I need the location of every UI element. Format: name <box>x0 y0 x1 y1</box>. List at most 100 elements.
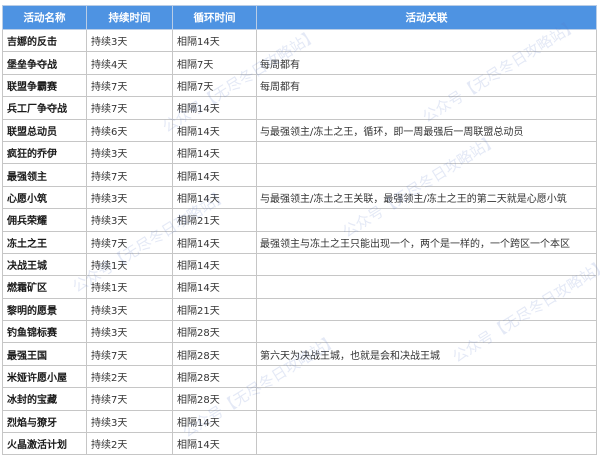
relation-cell <box>256 252 597 277</box>
cycle-cell: 相隔7天 <box>172 51 257 75</box>
relation-cell <box>256 387 597 411</box>
relation-cell <box>256 208 597 232</box>
table-row: 联盟总动员 持续6天 相隔14天 与最强领主/冻土之王，循环，即一周最强后一周联盟总动… <box>2 118 597 142</box>
relation-cell <box>256 140 597 165</box>
relation-cell: 每周都有 <box>256 51 597 75</box>
activity-name-cell: 米娅许愿小屋 <box>2 364 87 389</box>
activity-name-cell: 佣兵荣耀 <box>2 208 87 232</box>
table-header-row: 活动名称 持续时间 循环时间 活动关联 <box>2 5 597 30</box>
activity-name-cell: 钓鱼锦标赛 <box>2 320 87 344</box>
relation-cell <box>256 297 597 322</box>
table-row: 冰封的宝藏 持续7天 相隔28天 <box>2 387 597 411</box>
duration-cell: 持续3天 <box>86 140 173 165</box>
cycle-cell: 相隔14天 <box>172 96 257 120</box>
relation-cell <box>256 364 597 389</box>
duration-cell: 持续3天 <box>86 320 173 344</box>
relation-cell <box>256 28 597 53</box>
table-row: 吉娜的反击 持续3天 相隔14天 <box>2 28 597 53</box>
cycle-cell: 相隔7天 <box>172 73 257 98</box>
cycle-cell: 相隔14天 <box>172 28 257 53</box>
cycle-cell: 相隔28天 <box>172 342 257 366</box>
activity-name-cell: 决战王城 <box>2 252 87 277</box>
table-row: 最强领主 持续7天 相隔14天 <box>2 163 597 187</box>
relation-cell <box>256 275 597 299</box>
activity-name-cell: 最强领主 <box>2 163 87 187</box>
activity-name-cell: 黎明的愿景 <box>2 297 87 322</box>
activity-name-cell: 燃霜矿区 <box>2 275 87 299</box>
activity-name-cell: 兵工厂争夺战 <box>2 96 87 120</box>
activity-table-container: 活动名称 持续时间 循环时间 活动关联 吉娜的反击 持续3天 相隔14天 堡垒争夺战持… <box>2 5 597 455</box>
table-row: 决战王城 持续1天 相隔14天 <box>2 252 597 277</box>
activity-name-cell: 冰封的宝藏 <box>2 387 87 411</box>
activity-name-cell: 烈焰与獠牙 <box>2 409 87 434</box>
relation-cell <box>256 163 597 187</box>
relation-cell: 与最强领主/冻土之王，循环，即一周最强后一周联盟总动员 <box>256 118 597 142</box>
table-row: 心愿小筑 持续3天 相隔14天 与最强领主/冻土之王关联，最强领主/冻土之王的第二天就… <box>2 185 597 210</box>
table-row: 火晶激活计划 持续2天 相隔14天 <box>2 432 597 455</box>
header-cycle: 循环时间 <box>172 5 257 30</box>
activity-name-cell: 冻土之王 <box>2 230 87 254</box>
activity-name-cell: 联盟总动员 <box>2 118 87 142</box>
relation-cell <box>256 432 597 455</box>
activity-name-cell: 心愿小筑 <box>2 185 87 210</box>
cycle-cell: 相隔14天 <box>172 163 257 187</box>
duration-cell: 持续3天 <box>86 28 173 53</box>
duration-cell: 持续1天 <box>86 275 173 299</box>
relation-cell <box>256 320 597 344</box>
cycle-cell: 相隔14天 <box>172 432 257 455</box>
table-row: 最强王国 持续7天 相隔28天 第六天为决战王城，也就是会和决战王城 <box>2 342 597 366</box>
duration-cell: 持续7天 <box>86 163 173 187</box>
duration-cell: 持续3天 <box>86 409 173 434</box>
table-row: 燃霜矿区 持续1天 相隔14天 <box>2 275 597 299</box>
duration-cell: 持续2天 <box>86 364 173 389</box>
activity-name-cell: 堡垒争夺战 <box>2 51 87 75</box>
table-row: 米娅许愿小屋 持续2天 相隔28天 <box>2 364 597 389</box>
cycle-cell: 相隔21天 <box>172 297 257 322</box>
duration-cell: 持续7天 <box>86 230 173 254</box>
duration-cell: 持续6天 <box>86 118 173 142</box>
duration-cell: 持续2天 <box>86 432 173 455</box>
duration-cell: 持续4天 <box>86 51 173 75</box>
duration-cell: 持续3天 <box>86 208 173 232</box>
cycle-cell: 相隔28天 <box>172 387 257 411</box>
table-row: 疯狂的乔伊 持续3天 相隔14天 <box>2 140 597 165</box>
activity-name-cell: 吉娜的反击 <box>2 28 87 53</box>
activity-name-cell: 疯狂的乔伊 <box>2 140 87 165</box>
header-relation: 活动关联 <box>256 5 597 30</box>
table-row: 烈焰与獠牙 持续3天 相隔14天 <box>2 409 597 434</box>
table-row: 黎明的愿景 持续3天 相隔21天 <box>2 297 597 322</box>
cycle-cell: 相隔21天 <box>172 208 257 232</box>
cycle-cell: 相隔14天 <box>172 409 257 434</box>
duration-cell: 持续7天 <box>86 387 173 411</box>
relation-cell: 与最强领主/冻土之王关联，最强领主/冻土之王的第二天就是心愿小筑 <box>256 185 597 210</box>
table-body: 吉娜的反击 持续3天 相隔14天 堡垒争夺战 持续4天 相隔7天 每周都有 联盟争霸赛 持续7天… <box>2 28 597 455</box>
table-row: 堡垒争夺战 持续4天 相隔7天 每周都有 <box>2 51 597 75</box>
duration-cell: 持续7天 <box>86 73 173 98</box>
activity-name-cell: 联盟争霸赛 <box>2 73 87 98</box>
duration-cell: 持续1天 <box>86 252 173 277</box>
table-row: 冻土之王 持续7天 相隔14天 最强领主与冻土之王只能出现一个，两个是一样的，一个跨区… <box>2 230 597 254</box>
relation-cell: 最强领主与冻土之王只能出现一个，两个是一样的，一个跨区一个本区 <box>256 230 597 254</box>
table-row: 兵工厂争夺战 持续7天 相隔14天 <box>2 96 597 120</box>
header-duration: 持续时间 <box>86 5 173 30</box>
duration-cell: 持续3天 <box>86 297 173 322</box>
header-activity-name: 活动名称 <box>2 5 87 30</box>
activity-table: 活动名称 持续时间 循环时间 活动关联 吉娜的反击 持续3天 相隔14天 堡垒争夺战持… <box>2 5 597 455</box>
cycle-cell: 相隔28天 <box>172 320 257 344</box>
cycle-cell: 相隔14天 <box>172 140 257 165</box>
table-row: 联盟争霸赛 持续7天 相隔7天 每周都有 <box>2 73 597 98</box>
cycle-cell: 相隔14天 <box>172 230 257 254</box>
cycle-cell: 相隔14天 <box>172 118 257 142</box>
relation-cell: 第六天为决战王城，也就是会和决战王城 <box>256 342 597 366</box>
duration-cell: 持续7天 <box>86 342 173 366</box>
duration-cell: 持续3天 <box>86 185 173 210</box>
cycle-cell: 相隔14天 <box>172 252 257 277</box>
cycle-cell: 相隔28天 <box>172 364 257 389</box>
activity-name-cell: 火晶激活计划 <box>2 432 87 455</box>
relation-cell: 每周都有 <box>256 73 597 98</box>
cycle-cell: 相隔14天 <box>172 185 257 210</box>
cycle-cell: 相隔14天 <box>172 275 257 299</box>
relation-cell <box>256 409 597 434</box>
duration-cell: 持续7天 <box>86 96 173 120</box>
table-row: 钓鱼锦标赛 持续3天 相隔28天 <box>2 320 597 344</box>
